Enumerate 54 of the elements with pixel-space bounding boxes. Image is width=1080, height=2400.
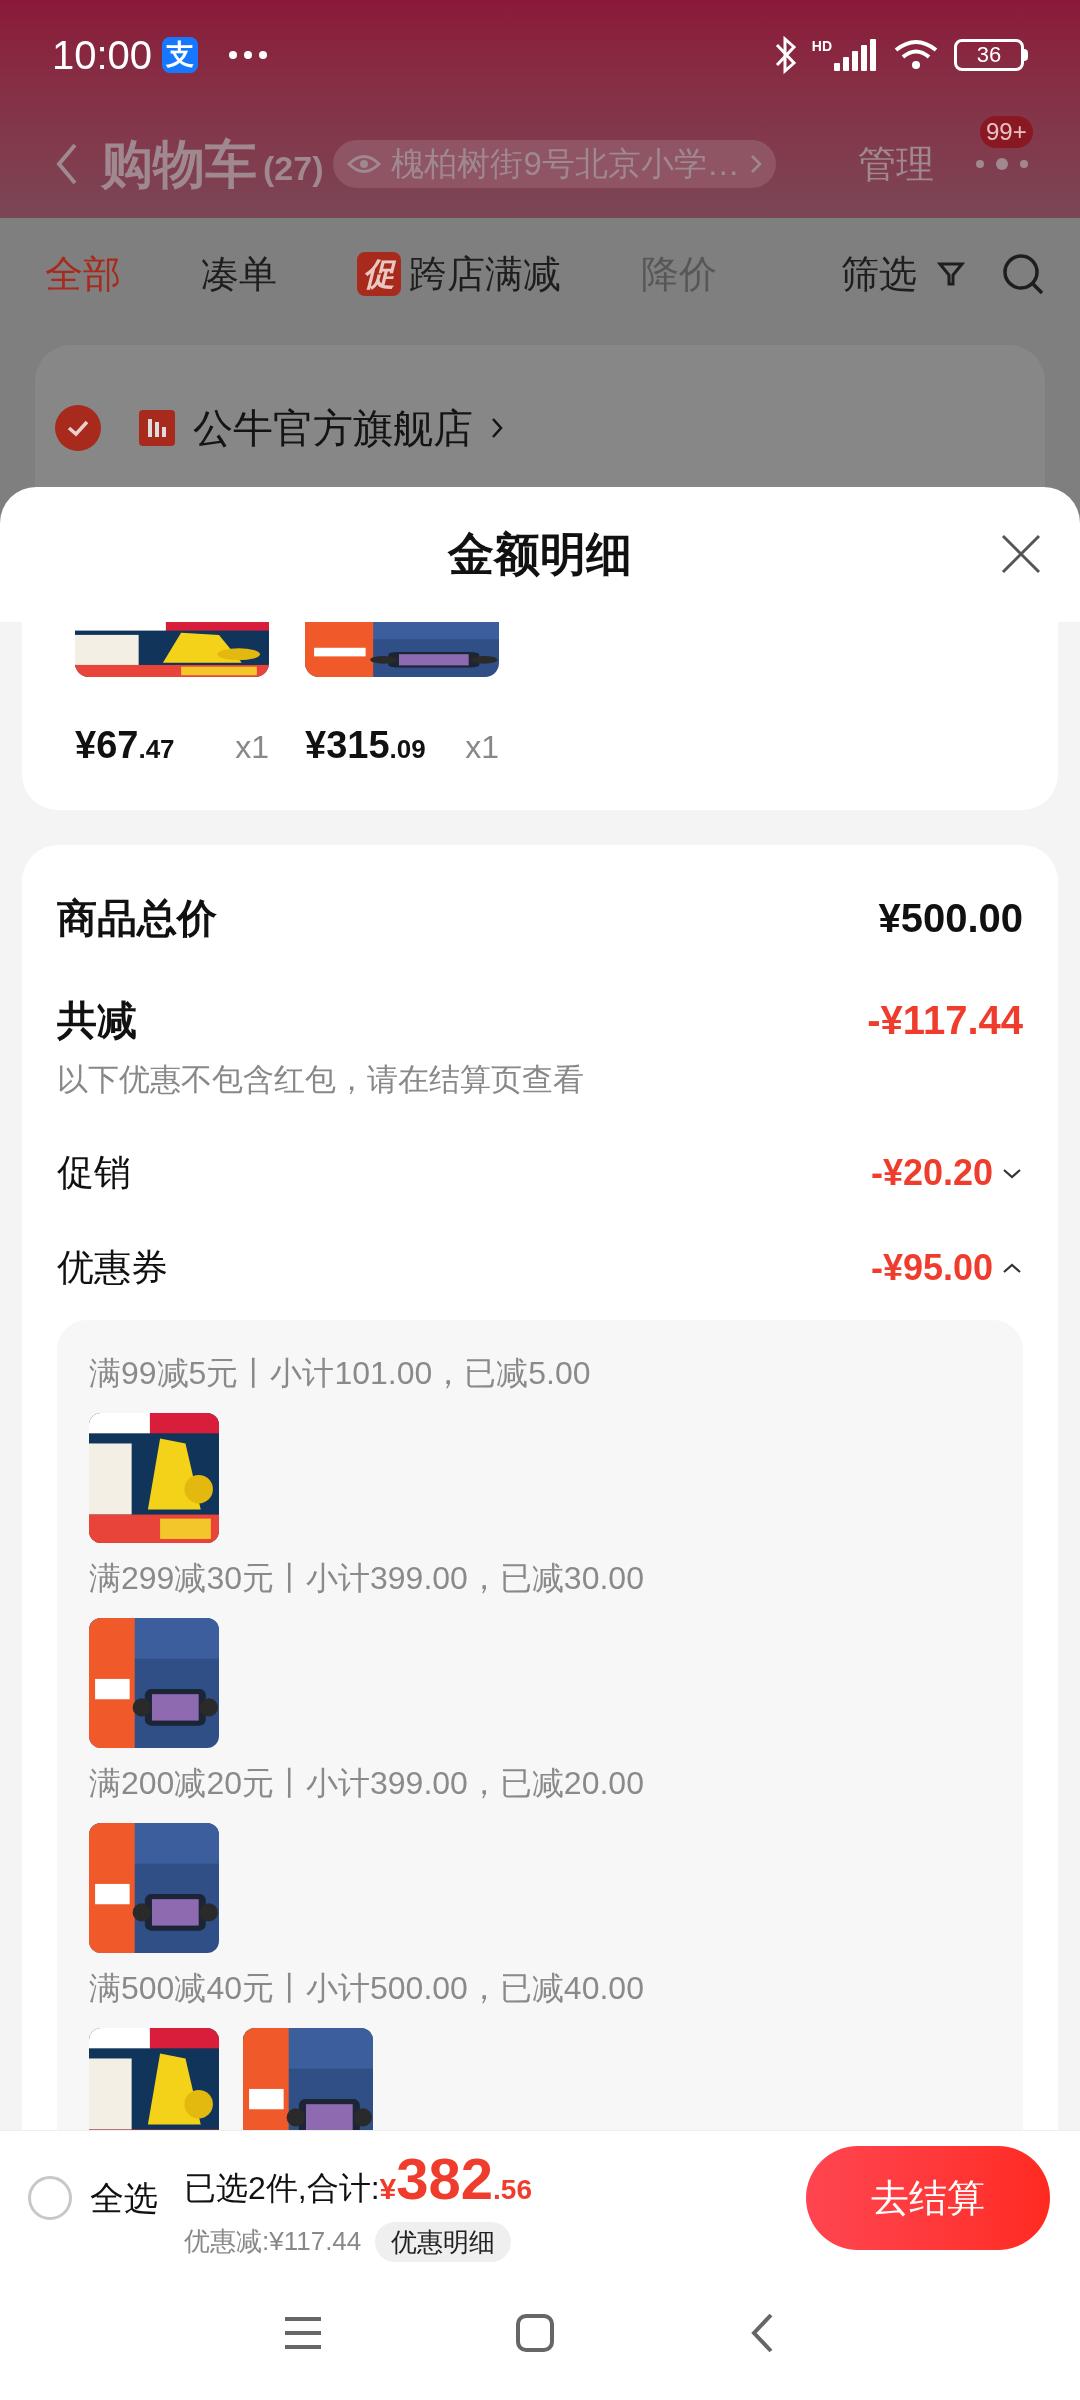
coupon-rule: 满299减30元丨小计399.00，已减30.00 <box>89 1558 644 1598</box>
page-title: 购物车 <box>101 134 257 195</box>
status-time: 10:00 <box>52 32 153 79</box>
discount-value: -¥117.44 <box>867 997 1023 1044</box>
chevron-down-icon[interactable] <box>1001 1166 1023 1180</box>
notification-badge: 99+ <box>980 116 1033 148</box>
back-icon[interactable] <box>55 142 79 186</box>
home-icon[interactable] <box>515 2312 555 2353</box>
store-logo-icon <box>139 410 175 446</box>
select-all-label[interactable]: 全选 <box>90 2172 158 2224</box>
hd-label: HD <box>811 39 832 53</box>
menu-icon[interactable] <box>283 2314 323 2351</box>
check-icon <box>66 419 90 437</box>
filter-button[interactable]: 筛选 <box>841 245 917 303</box>
total-value: ¥500.00 <box>878 895 1023 942</box>
saving-amount: 优惠减:¥117.44 <box>184 2225 362 2258</box>
back-icon[interactable] <box>750 2311 774 2354</box>
more-notifications-icon <box>228 50 269 60</box>
chevron-right-icon <box>491 417 503 439</box>
search-icon[interactable] <box>1001 252 1045 296</box>
item-price: ¥67.47 <box>75 723 175 768</box>
eye-icon <box>347 153 382 175</box>
bluetooth-icon <box>773 35 798 75</box>
discount-note: 以下优惠不包含红包，请在结算页查看 <box>57 1060 584 1099</box>
discount-type-value: -¥20.20 <box>870 1151 993 1195</box>
discount-type-label: 促销 <box>57 1151 131 1196</box>
coupon-rule: 满500减40元丨小计500.00，已减40.00 <box>89 1968 644 2008</box>
item-price: ¥315.09 <box>305 723 426 768</box>
sheet-title: 金额明细 <box>448 527 632 582</box>
selection-summary: 已选2件,合计: <box>184 2168 380 2208</box>
discount-label: 共减 <box>57 997 137 1044</box>
coupon-rule: 满99减5元丨小计101.00，已减5.00 <box>89 1353 591 1393</box>
filter-icon[interactable] <box>937 260 965 288</box>
checkout-button[interactable]: 去结算 <box>806 2146 1050 2250</box>
chevron-right-icon <box>749 154 762 174</box>
filter-tab[interactable]: 凑单 <box>201 245 277 303</box>
manage-button[interactable]: 管理 <box>858 135 934 193</box>
store-checkbox[interactable] <box>55 405 101 451</box>
store-name[interactable]: 公牛官方旗舰店 <box>193 405 473 451</box>
item-quantity: x1 <box>465 728 499 767</box>
filter-tab[interactable]: 促 跨店满减 <box>357 245 561 303</box>
app-notification-icon: 支 <box>162 37 199 73</box>
chevron-up-icon[interactable] <box>1001 1261 1023 1275</box>
discount-detail-button[interactable]: 优惠明细 <box>375 2221 512 2262</box>
total-label: 商品总价 <box>57 895 217 942</box>
discount-type-label: 优惠券 <box>57 1246 168 1291</box>
discount-type-value: -¥95.00 <box>870 1246 993 1290</box>
item-quantity: x1 <box>235 728 269 767</box>
signal-icon <box>834 39 878 71</box>
coupon-rule: 满200减20元丨小计399.00，已减20.00 <box>89 1763 644 1803</box>
select-all-checkbox[interactable] <box>28 2176 72 2220</box>
close-icon[interactable] <box>1000 533 1042 575</box>
cart-count: (27) <box>263 147 324 189</box>
total-amount: ¥382.56 <box>379 2144 532 2213</box>
